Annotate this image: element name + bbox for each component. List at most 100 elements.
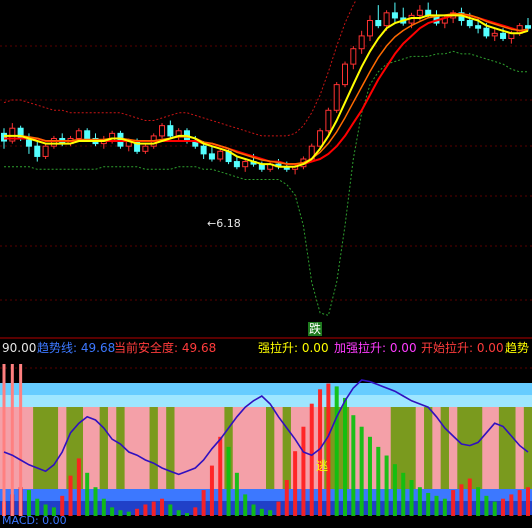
safety-bar	[85, 472, 90, 516]
candle-body	[383, 12, 390, 27]
safety-bar	[251, 504, 256, 516]
zone-column	[274, 407, 284, 489]
safety-bar	[60, 495, 65, 516]
candle-body	[358, 35, 365, 50]
candle-body	[75, 130, 82, 139]
zone-column	[199, 407, 209, 489]
zone-column	[241, 407, 250, 489]
safety-bar	[201, 490, 206, 516]
safety-bar	[276, 501, 281, 516]
candle-body	[200, 145, 207, 155]
safety-bar	[226, 446, 231, 516]
safety-bar	[160, 498, 165, 516]
zone-column	[282, 407, 292, 489]
safety-bar	[243, 494, 248, 516]
safety-bar	[301, 426, 306, 516]
candle-body	[342, 63, 349, 86]
safety-bar	[93, 487, 98, 516]
candle-body	[475, 25, 482, 29]
safety-bar	[376, 446, 381, 516]
safety-bar	[392, 464, 397, 516]
zone-column	[457, 407, 467, 489]
safety-bar	[526, 487, 530, 516]
fall-marker: 跌	[308, 322, 323, 336]
safety-bar	[318, 389, 323, 516]
candle-body	[208, 153, 215, 160]
safety-bar	[293, 451, 298, 516]
zone-column	[174, 407, 184, 489]
safety-bar	[234, 472, 239, 516]
candle-body	[366, 20, 373, 37]
enhanced-rise-legend: 加强拉升: 0.00	[334, 341, 417, 355]
zone-column	[41, 407, 51, 489]
zone-column	[498, 407, 508, 489]
strong-rise-legend: 强拉升: 0.00	[258, 341, 329, 355]
candle-body	[34, 145, 41, 157]
zone-column	[99, 407, 109, 489]
safety-bar	[351, 415, 356, 516]
safety-bar	[143, 504, 148, 516]
zone-column	[124, 407, 134, 489]
safety-bar	[193, 507, 198, 516]
macd-label: MACD: 0.00	[2, 514, 67, 527]
candle-body	[233, 161, 240, 168]
candle-body	[50, 137, 57, 147]
spike-bar	[2, 364, 6, 516]
candle-body	[217, 150, 224, 160]
zone-column	[182, 407, 192, 489]
safety-bar	[409, 480, 414, 516]
safety-bar	[209, 465, 214, 516]
zone-column	[166, 407, 176, 489]
safety-bar	[492, 501, 497, 516]
candle-body	[375, 20, 382, 27]
zone-column	[473, 407, 483, 489]
zone-column	[24, 407, 34, 489]
stock-chart[interactable]	[0, 0, 532, 524]
zone-column	[432, 407, 442, 489]
safety-bar	[334, 386, 339, 516]
candle-body	[242, 161, 249, 168]
safety-bar	[176, 510, 181, 516]
zone-column	[523, 407, 532, 489]
safety-bar	[401, 472, 406, 516]
zone-column	[249, 407, 259, 489]
safety-bar	[309, 403, 314, 516]
candle-body	[350, 48, 357, 65]
safety-legend: 当前安全度: 49.68	[114, 341, 217, 355]
candle-body	[525, 25, 531, 29]
candle-body	[500, 32, 507, 39]
safety-bar	[484, 495, 489, 516]
candle-body	[391, 12, 398, 19]
safety-bar	[118, 510, 123, 516]
zone-column	[266, 407, 275, 489]
safety-bar	[101, 498, 106, 516]
trend-line-legend: 趋势线: 49.68	[37, 341, 116, 355]
zone-column	[507, 407, 517, 489]
zone-column	[132, 407, 142, 489]
candle-body	[466, 20, 473, 27]
candle-body	[333, 84, 340, 111]
safety-bar	[259, 508, 264, 516]
safety-bar	[184, 513, 189, 516]
candle-body	[142, 145, 149, 152]
start-rise-legend: 开始拉升: 0.00	[421, 341, 504, 355]
safety-bar	[218, 436, 223, 516]
safety-bar	[126, 511, 131, 516]
candle-body	[416, 9, 423, 16]
candle-body	[325, 109, 332, 132]
safety-bar	[326, 383, 331, 516]
safety-bar	[168, 504, 173, 516]
safety-bar	[467, 478, 472, 516]
safety-bar	[76, 458, 81, 516]
sky-band	[0, 383, 532, 395]
safety-bar	[384, 455, 389, 516]
candle-body	[317, 130, 324, 147]
safety-bar	[509, 494, 514, 516]
safety-bar	[367, 436, 372, 516]
safety-bar	[359, 426, 364, 516]
zone-column	[424, 407, 433, 489]
zone-column	[141, 407, 151, 489]
zone-column	[465, 407, 475, 489]
safety-bar	[284, 480, 289, 516]
zone-column	[107, 407, 117, 489]
